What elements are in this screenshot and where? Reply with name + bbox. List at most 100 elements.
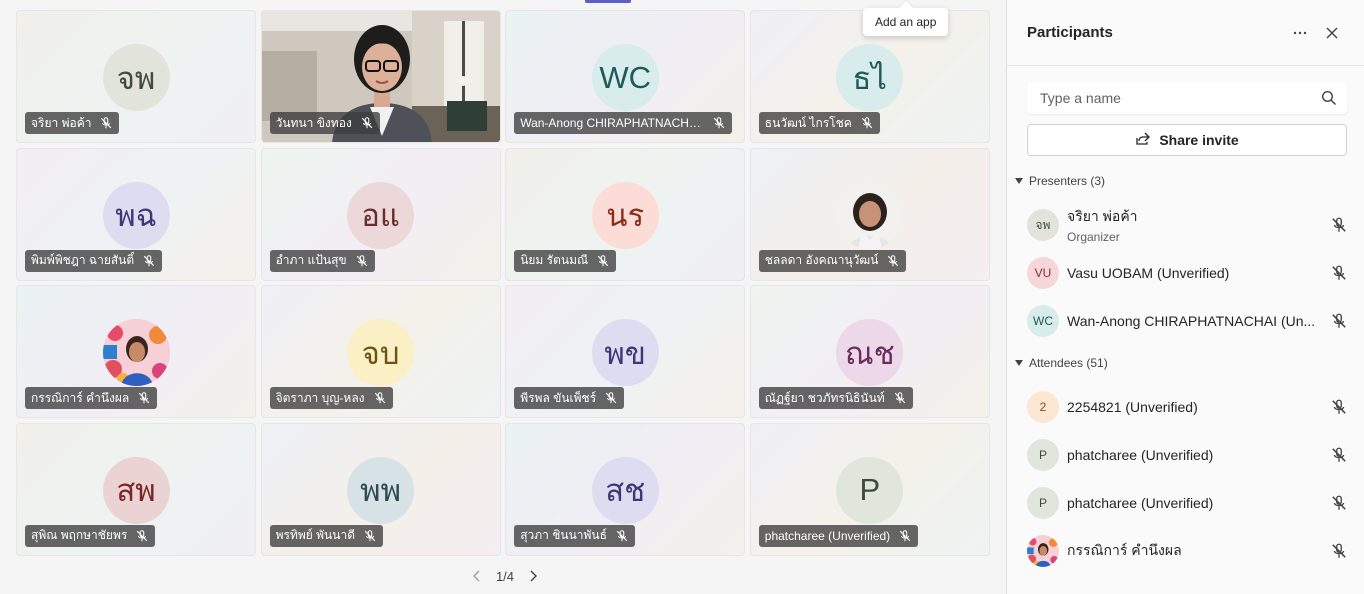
next-page-icon[interactable] [526, 569, 540, 583]
participant-text: phatcharee (Unverified) [1067, 495, 1317, 511]
participant-text: Wan-Anong CHIRAPHATNACHAI (Un... [1067, 313, 1317, 329]
mic-off-icon[interactable] [1329, 541, 1349, 561]
mic-off-icon [615, 529, 629, 543]
panel-header: Participants [1007, 0, 1364, 66]
participant-tile[interactable]: ณชณัฏฐ์ยา ชวภัทรนิธินันท์ [749, 285, 990, 419]
participant-name: Wan-Anong CHIRAPHATNACHAI (Un... [1067, 313, 1316, 329]
participant-text: จริยา พ่อค้า Organizer [1067, 206, 1317, 244]
participant-tile[interactable]: WC Wan-Anong CHIRAPHATNACHA... [505, 10, 746, 143]
participant-list-item[interactable]: VU Vasu UOBAM (Unverified) [1027, 253, 1349, 293]
participant-photo-avatar [102, 319, 170, 387]
participant-name-tag: พรทิพย์ พันนาดี [269, 524, 383, 547]
close-panel-icon[interactable] [1320, 21, 1344, 45]
mic-off-icon[interactable] [1329, 215, 1349, 235]
participant-role: Organizer [1067, 230, 1120, 244]
participant-name-tag: อำภา แป้นสุข [269, 249, 375, 272]
participant-tile[interactable]: พพ พรทิพย์ พันนาดี [260, 422, 501, 556]
mic-off-icon [360, 116, 374, 130]
share-invite-button[interactable]: Share invite [1027, 124, 1347, 156]
participant-name-tag: จริยา พ่อค้า [25, 112, 120, 134]
participant-initials-avatar: WC [591, 44, 659, 111]
participant-name: ธนวัฒน์ ไกรโชค [764, 115, 852, 130]
participant-tile[interactable]: สช สุวภา ชินนาพันธ์ [505, 422, 746, 556]
participant-tile[interactable]: Pphatcharee (Unverified) [749, 422, 990, 556]
mic-off-icon[interactable] [1329, 493, 1349, 513]
participant-name: ชลลดา อังคณานุวัฒน์ [764, 253, 879, 268]
participant-name-tag: ณัฏฐ์ยา ชวภัทรนิธินันท์ [758, 387, 913, 410]
attendees-section-toggle[interactable]: Attendees (51) [1015, 353, 1108, 373]
search-input[interactable] [1027, 82, 1347, 114]
participant-name: สุพิณ พฤกษาชัยพร [31, 528, 128, 543]
participant-initials-avatar: พพ [347, 456, 415, 524]
mic-off-icon [712, 116, 726, 130]
participant-list-item[interactable]: Pphatcharee (Unverified) [1027, 483, 1349, 523]
search-icon [1321, 90, 1337, 106]
previous-page-icon[interactable] [470, 569, 484, 583]
mic-off-icon[interactable] [1329, 397, 1349, 417]
participant-tile[interactable]: จพ จริยา พ่อค้า [16, 10, 256, 143]
participant-list-item[interactable]: Pphatcharee (Unverified) [1027, 435, 1349, 475]
mic-off-icon [135, 529, 149, 543]
participant-search[interactable] [1027, 82, 1347, 114]
page-indicator: 1/4 [495, 568, 515, 584]
participant-list-item[interactable]: 2 2254821 (Unverified) [1027, 387, 1349, 427]
participant-tile[interactable]: พขพีรพล ขันเพ็ชร์ [505, 285, 746, 419]
participant-initials-avatar: ณช [836, 319, 904, 387]
participant-tile[interactable]: จบ จิตราภา บุญ-หลง [260, 285, 501, 419]
mic-off-icon[interactable] [1329, 445, 1349, 465]
participant-name-tag: วันทนา ขิงทอง [269, 112, 380, 134]
participant-list-item[interactable]: จพ จริยา พ่อค้า Organizer [1027, 205, 1349, 245]
mic-off-icon[interactable] [1329, 263, 1349, 283]
participant-list-item[interactable]: กรรณิการ์ คำนึงผล [1027, 531, 1349, 571]
mic-off-icon [137, 391, 151, 405]
teams-meeting-window: จพ จริยา พ่อค้า วันทนา ขิงทอง WC Wan-Anong C… [0, 0, 1364, 594]
participant-tile[interactable]: ชลลดา อังคณานุวัฒน์ [749, 147, 990, 281]
participant-tile[interactable]: พฉพิมพ์พิชฎา ฉายสันติ์ [16, 147, 256, 281]
participant-name-tag: phatcharee (Unverified) [758, 524, 919, 547]
participant-initials-avatar: P [1027, 487, 1059, 519]
participant-initials-avatar: จพ [102, 44, 170, 111]
participant-name: อำภา แป้นสุข [275, 253, 347, 268]
add-app-tooltip: Add an app [863, 8, 949, 36]
participant-name-tag: จิตราภา บุญ-หลง [269, 387, 393, 410]
participant-name: phatcharee (Unverified) [764, 528, 891, 543]
participant-initials-avatar: พข [591, 319, 659, 387]
mic-off-icon [373, 391, 387, 405]
participant-tile[interactable]: นร นิยม รัตนมณี [505, 147, 746, 281]
participant-name: จิตราภา บุญ-หลง [275, 390, 365, 405]
participant-tile[interactable]: กรรณิการ์ คำนึงผล [16, 285, 256, 419]
participant-initials-avatar: จพ [1027, 209, 1059, 241]
participant-tile[interactable]: สพสุพิณ พฤกษาชัยพร [16, 422, 256, 556]
participant-name: phatcharee (Unverified) [1067, 447, 1214, 463]
mic-off-icon[interactable] [1329, 311, 1349, 331]
mic-off-icon [596, 254, 610, 268]
participant-initials-avatar: P [1027, 439, 1059, 471]
presenters-section-toggle[interactable]: Presenters (3) [1015, 171, 1105, 191]
participant-name: วันทนา ขิงทอง [275, 115, 352, 130]
participant-initials-avatar: อแ [347, 181, 415, 249]
participant-name: กรรณิการ์ คำนึงผล [31, 390, 130, 405]
participant-name: นิยม รัตนมณี [520, 253, 589, 268]
participant-photo-avatar [836, 181, 904, 249]
participant-name-tag: พิมพ์พิชฎา ฉายสันติ์ [25, 249, 163, 272]
more-options-icon[interactable] [1288, 21, 1312, 45]
mic-off-icon [860, 116, 874, 130]
participant-initials-avatar: พฉ [102, 181, 170, 249]
mic-off-icon [604, 391, 618, 405]
participant-list-item[interactable]: WC Wan-Anong CHIRAPHATNACHAI (Un... [1027, 301, 1349, 341]
participant-name-tag: Wan-Anong CHIRAPHATNACHA... [514, 112, 733, 134]
participant-name: Vasu UOBAM (Unverified) [1067, 265, 1230, 281]
mic-off-icon [886, 254, 900, 268]
participant-name: พิมพ์พิชฎา ฉายสันติ์ [31, 253, 135, 268]
participant-name: พีรพล ขันเพ็ชร์ [520, 390, 597, 405]
participant-initials-avatar: สพ [102, 456, 170, 524]
participant-tile[interactable]: วันทนา ขิงทอง [260, 10, 501, 143]
participant-name: ณัฏฐ์ยา ชวภัทรนิธินันท์ [764, 390, 885, 405]
mic-off-icon [99, 116, 113, 130]
participant-name-tag: นิยม รัตนมณี [514, 249, 617, 272]
mic-off-icon [363, 529, 377, 543]
participant-text: Vasu UOBAM (Unverified) [1067, 265, 1317, 281]
video-stage: จพ จริยา พ่อค้า วันทนา ขิงทอง WC Wan-Anong C… [0, 0, 1006, 594]
participant-tile[interactable]: อแ อำภา แป้นสุข [260, 147, 501, 281]
panel-title: Participants [1027, 24, 1113, 41]
